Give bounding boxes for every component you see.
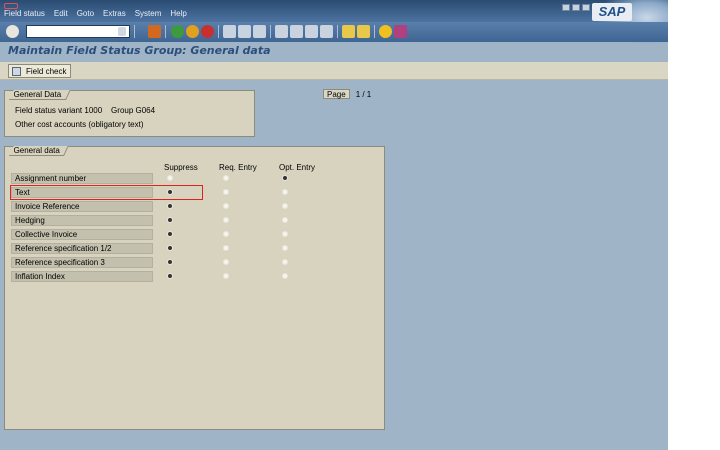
field-status-box: General data Suppress Req. Entry Opt. En…: [4, 146, 385, 430]
page-title: Maintain Field Status Group: General dat…: [8, 44, 271, 57]
command-field[interactable]: [26, 25, 130, 38]
radio-opt-entry[interactable]: [282, 245, 288, 251]
radio-opt-entry[interactable]: [282, 217, 288, 223]
field-check-icon: [12, 66, 21, 76]
radio-req-entry[interactable]: [223, 217, 229, 223]
radio-req-entry[interactable]: [223, 175, 229, 181]
radio-opt-entry[interactable]: [282, 189, 288, 195]
radio-req-entry[interactable]: [223, 231, 229, 237]
radio-suppress[interactable]: [167, 203, 173, 209]
page-indicator: Page 1 / 1: [323, 89, 371, 99]
general-data-title: General Data: [9, 90, 71, 100]
first-page-icon[interactable]: [275, 25, 288, 38]
save-icon[interactable]: [148, 25, 161, 38]
general-data-box: General Data Field status variant 1000 G…: [4, 90, 255, 137]
column-opt-entry: Opt. Entry: [279, 163, 316, 172]
menu-items: Field status Edit Goto Extras System Help: [4, 9, 196, 18]
radio-opt-entry[interactable]: [282, 273, 288, 279]
field-status-box-title: General data: [9, 146, 69, 156]
field-row-label: Collective Invoice: [11, 229, 153, 240]
history-icon[interactable]: [137, 25, 143, 38]
shortcut-icon[interactable]: [357, 25, 370, 38]
window-controls: [562, 4, 590, 11]
page-value: 1 / 1: [355, 89, 372, 99]
radio-suppress[interactable]: [167, 231, 173, 237]
menu-item[interactable]: Edit: [54, 9, 68, 18]
radio-suppress[interactable]: [167, 245, 173, 251]
sap-logo: SAP: [592, 3, 632, 21]
radio-suppress[interactable]: [167, 175, 173, 181]
menu-item[interactable]: System: [135, 9, 162, 18]
radio-req-entry[interactable]: [223, 189, 229, 195]
menu-item[interactable]: Extras: [103, 9, 126, 18]
radio-req-entry[interactable]: [223, 245, 229, 251]
field-check-button[interactable]: Field check: [8, 64, 72, 78]
field-row-label: Invoice Reference: [11, 201, 153, 212]
last-page-icon[interactable]: [320, 25, 333, 38]
back-icon[interactable]: [171, 25, 184, 38]
radio-req-entry[interactable]: [223, 259, 229, 265]
close-icon[interactable]: [582, 4, 590, 11]
menu-item[interactable]: Goto: [77, 9, 94, 18]
field-status-variant-text: Field status variant 1000 Group G064: [15, 106, 156, 115]
find-next-icon[interactable]: [253, 25, 266, 38]
field-row-label: Inflation Index: [11, 271, 153, 282]
radio-opt-entry[interactable]: [282, 203, 288, 209]
field-row-label: Hedging: [11, 215, 153, 226]
radio-suppress[interactable]: [167, 217, 173, 223]
column-req-entry: Req. Entry: [219, 163, 257, 172]
column-suppress: Suppress: [164, 163, 198, 172]
sap-window: Field status Edit Goto Extras System Help SAP: [0, 0, 668, 450]
next-page-icon[interactable]: [305, 25, 318, 38]
field-row-label: Reference specification 1/2: [11, 243, 153, 254]
field-row-label: Assignment number: [11, 173, 153, 184]
radio-opt-entry[interactable]: [282, 259, 288, 265]
exit-icon[interactable]: [186, 25, 199, 38]
minimize-icon[interactable]: [562, 4, 570, 11]
system-toolbar: [0, 22, 668, 42]
new-session-icon[interactable]: [342, 25, 355, 38]
command-dropdown-icon[interactable]: [118, 27, 126, 36]
radio-req-entry[interactable]: [223, 273, 229, 279]
radio-opt-entry[interactable]: [282, 231, 288, 237]
page-label: Page: [323, 89, 350, 99]
radio-suppress[interactable]: [167, 273, 173, 279]
menu-item[interactable]: Field status: [4, 9, 45, 18]
enter-icon[interactable]: [6, 25, 19, 38]
menu-bar: Field status Edit Goto Extras System Help SAP: [0, 0, 668, 44]
radio-req-entry[interactable]: [223, 203, 229, 209]
help-icon[interactable]: [379, 25, 392, 38]
find-icon[interactable]: [238, 25, 251, 38]
layout-menu-icon[interactable]: [394, 25, 407, 38]
cancel-icon[interactable]: [201, 25, 214, 38]
maximize-icon[interactable]: [572, 4, 580, 11]
field-check-label: Field check: [26, 66, 67, 76]
radio-suppress[interactable]: [167, 259, 173, 265]
group-description-text: Other cost accounts (obligatory text): [15, 120, 144, 129]
field-row-label: Reference specification 3: [11, 257, 153, 268]
highlight-box: [10, 185, 203, 200]
radio-opt-entry[interactable]: [282, 175, 288, 181]
menu-item[interactable]: Help: [170, 9, 186, 18]
previous-page-icon[interactable]: [290, 25, 303, 38]
print-icon[interactable]: [223, 25, 236, 38]
application-toolbar: Field check: [0, 62, 668, 80]
